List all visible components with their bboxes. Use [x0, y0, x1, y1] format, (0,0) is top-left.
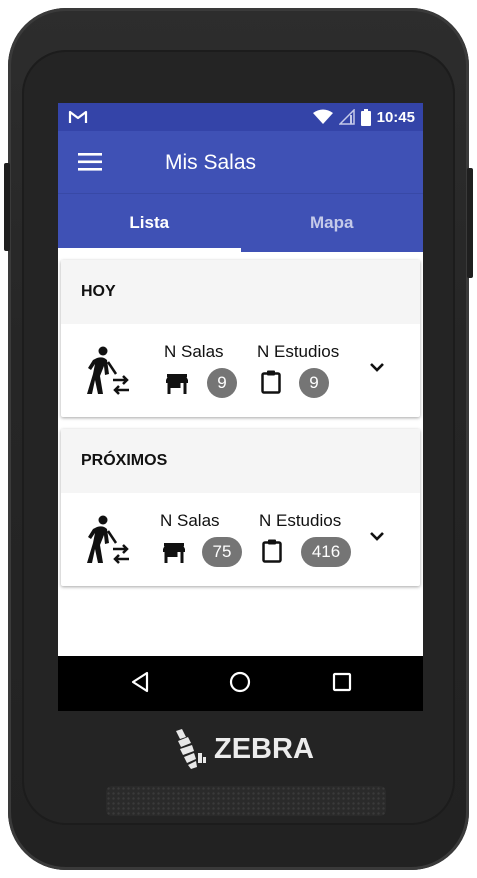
section-title: HOY: [61, 260, 420, 324]
zebra-logo-icon: [176, 729, 206, 769]
section-title: PRÓXIMOS: [61, 429, 420, 493]
phone-screen: 10:45 Mis Salas Lista Mapa HOY N Salas 9…: [58, 103, 423, 711]
chevron-down-icon[interactable]: [369, 531, 385, 543]
section-summary[interactable]: N Salas 75 N Estudios 416: [61, 493, 420, 586]
salas-label: N Salas: [160, 511, 220, 530]
section-card-proximos: PRÓXIMOS N Salas 75 N Estudios 416: [61, 429, 420, 586]
speaker-grille: [106, 786, 386, 816]
estudios-label: N Estudios: [259, 511, 342, 530]
android-nav-bar: [58, 656, 423, 711]
chevron-down-icon[interactable]: [369, 362, 385, 374]
signal-icon: [338, 109, 355, 125]
home-icon[interactable]: [229, 671, 251, 693]
person-transfer-icon: [87, 346, 129, 395]
brand-name: ZEBRA: [214, 732, 314, 765]
tab-mapa[interactable]: Mapa: [241, 194, 424, 252]
status-right: 10:45: [312, 108, 415, 126]
menu-icon[interactable]: [78, 153, 102, 171]
side-button-left: [4, 163, 10, 251]
battery-icon: [360, 108, 371, 126]
salas-label: N Salas: [164, 342, 224, 361]
clipboard-icon: [262, 539, 282, 563]
wifi-icon: [312, 109, 333, 124]
tab-lista[interactable]: Lista: [58, 194, 241, 252]
tab-bar: Lista Mapa: [58, 193, 423, 252]
content-area: HOY N Salas 9 N Estudios 9 PRÓXIMOS N Sa…: [58, 252, 423, 656]
back-icon[interactable]: [130, 671, 150, 693]
salas-count-badge: 75: [202, 537, 242, 567]
clipboard-icon: [261, 370, 281, 394]
section-summary[interactable]: N Salas 9 N Estudios 9: [61, 324, 420, 417]
estudios-count-badge: 9: [299, 368, 329, 398]
estudios-count-badge: 416: [301, 537, 351, 567]
person-transfer-icon: [87, 515, 129, 564]
status-time: 10:45: [376, 108, 415, 126]
store-icon: [163, 543, 185, 563]
app-bar: Mis Salas: [58, 131, 423, 193]
page-title: Mis Salas: [165, 151, 257, 174]
salas-count-badge: 9: [207, 368, 237, 398]
section-card-hoy: HOY N Salas 9 N Estudios 9: [61, 260, 420, 417]
status-bar: 10:45: [58, 103, 423, 131]
recents-icon[interactable]: [332, 672, 352, 692]
estudios-label: N Estudios: [257, 342, 340, 361]
gmail-icon: [68, 110, 88, 123]
store-icon: [166, 374, 188, 394]
brand-logo: ZEBRA: [172, 727, 314, 771]
side-button-right: [467, 168, 473, 278]
